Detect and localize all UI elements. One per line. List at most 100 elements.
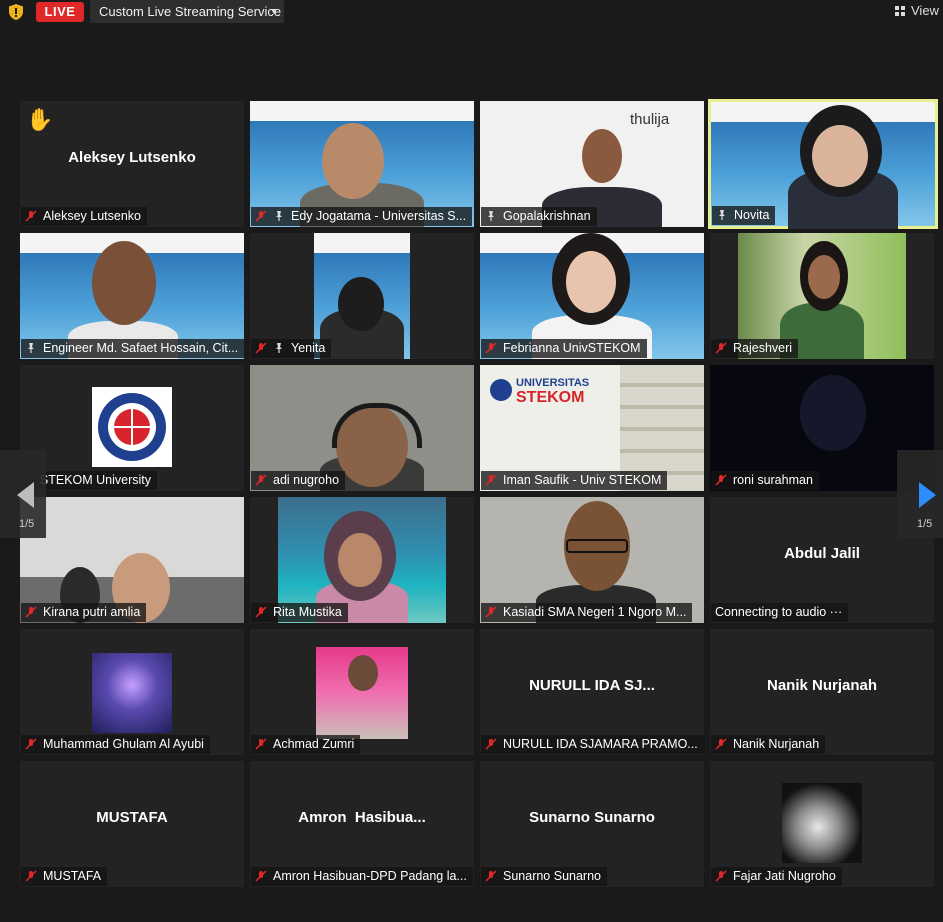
participant-name: Novita <box>734 208 770 222</box>
participant-name-tag: Edy Jogatama - Universitas S... <box>251 207 473 226</box>
participant-name-tag: Yenita <box>251 339 332 358</box>
participant-name: Muhammad Ghulam Al Ayubi <box>43 737 204 751</box>
video-tile[interactable]: NURULL IDA SJ... NURULL IDA SJAMARA PRAM… <box>480 629 704 755</box>
view-button[interactable]: View <box>891 0 943 22</box>
participant-display-name: Nanik Nurjanah <box>766 677 878 694</box>
participant-display-name: Amron Hasibua... <box>298 809 426 826</box>
muted-mic-icon <box>255 342 267 354</box>
muted-mic-icon <box>25 606 37 618</box>
participant-name-tag: Muhammad Ghulam Al Ayubi <box>21 735 210 754</box>
participant-name-tag: roni surahman <box>711 471 819 490</box>
participant-name-tag: Iman Saufik - Univ STEKOM <box>481 471 668 490</box>
muted-mic-icon <box>715 474 727 486</box>
raised-hand-icon: ✋ <box>26 107 54 132</box>
video-tile[interactable]: Yenita <box>250 233 474 359</box>
muted-mic-icon <box>255 738 267 750</box>
video-tile[interactable]: Febrianna UnivSTEKOM <box>480 233 704 359</box>
participant-name: Edy Jogatama - Universitas S... <box>291 209 467 223</box>
security-shield-icon[interactable] <box>8 3 24 21</box>
video-tile[interactable]: STEKOM University <box>20 365 244 491</box>
pin-icon <box>719 210 725 220</box>
participant-name-tag: Amron Hasibuan-DPD Padang la... <box>251 867 473 886</box>
participant-name: Nanik Nurjanah <box>733 737 820 751</box>
participant-name-tag: NURULL IDA SJAMARA PRAMO... <box>481 735 704 754</box>
participant-name-tag: Rita Mustika <box>251 603 348 622</box>
chevron-right-icon <box>919 482 936 508</box>
participant-video <box>812 125 868 187</box>
muted-mic-icon <box>25 738 37 750</box>
muted-mic-icon <box>255 210 267 222</box>
participant-display-name: MUSTAFA <box>96 809 168 826</box>
profile-picture <box>782 783 862 863</box>
previous-page-button[interactable]: 1/5 <box>0 450 46 538</box>
video-tile[interactable]: Kasiadi SMA Negeri 1 Ngoro M... <box>480 497 704 623</box>
muted-mic-icon <box>25 210 37 222</box>
participant-name: Rita Mustika <box>273 605 342 619</box>
participant-name: Engineer Md. Safaet Hossain, Cit... <box>43 341 239 355</box>
video-tile[interactable]: Nanik Nurjanah Nanik Nurjanah <box>710 629 934 755</box>
video-tile[interactable]: Achmad Zumri <box>250 629 474 755</box>
participant-name: Achmad Zumri <box>273 737 355 751</box>
video-tile[interactable]: Edy Jogatama - Universitas S... <box>250 101 474 227</box>
stekom-university-logo <box>92 387 172 467</box>
video-tile[interactable]: Fajar Jati Nugroho <box>710 761 934 887</box>
video-tile[interactable]: Engineer Md. Safaet Hossain, Cit... <box>20 233 244 359</box>
participant-video <box>582 129 622 183</box>
participant-name-tag: Aleksey Lutsenko <box>21 207 147 226</box>
grid-view-icon <box>895 6 905 16</box>
video-tile[interactable]: thulija Gopalakrishnan <box>480 101 704 227</box>
pin-icon <box>488 211 494 221</box>
participant-name-tag: Achmad Zumri <box>251 735 361 754</box>
participant-name-tag: Engineer Md. Safaet Hossain, Cit... <box>21 339 244 358</box>
profile-picture <box>92 653 172 733</box>
muted-mic-icon <box>715 342 727 354</box>
active-speaker-video-tile[interactable]: Novita <box>708 99 938 229</box>
participant-name-tag: Fajar Jati Nugroho <box>711 867 842 886</box>
video-tile[interactable]: adi nugroho <box>250 365 474 491</box>
video-tile[interactable]: MUSTAFA MUSTAFA <box>20 761 244 887</box>
muted-mic-icon <box>485 738 497 750</box>
participant-name-tag: Kasiadi SMA Negeri 1 Ngoro M... <box>481 603 693 622</box>
video-tile[interactable]: Rita Mustika <box>250 497 474 623</box>
video-tile[interactable]: Kirana putri amlia <box>20 497 244 623</box>
participant-name-tag: MUSTAFA <box>21 867 108 886</box>
participant-name-tag: Rajeshveri <box>711 339 799 358</box>
pin-icon <box>276 343 282 353</box>
chevron-down-icon <box>271 9 277 14</box>
participant-name: Fajar Jati Nugroho <box>733 869 836 883</box>
participant-video <box>338 533 382 587</box>
live-badge[interactable]: LIVE <box>36 2 84 22</box>
participant-name: Febrianna UnivSTEKOM <box>503 341 641 355</box>
participant-name: Iman Saufik - Univ STEKOM <box>503 473 662 487</box>
participant-name: Gopalakrishnan <box>503 209 591 223</box>
page-indicator: 1/5 <box>19 518 35 530</box>
participant-name-tag: Nanik Nurjanah <box>711 735 826 754</box>
video-tile[interactable]: ✋ Aleksey Lutsenko Aleksey Lutsenko <box>20 101 244 227</box>
video-tile[interactable]: UNIVERSITAS STEKOM Iman Saufik - Univ ST… <box>480 365 704 491</box>
participant-video <box>800 375 866 451</box>
participant-name-tag: Kirana putri amlia <box>21 603 147 622</box>
video-tile[interactable]: Amron Hasibua... Amron Hasibuan-DPD Pada… <box>250 761 474 887</box>
muted-mic-icon <box>255 606 267 618</box>
participant-name-tag: Sunarno Sunarno <box>481 867 607 886</box>
video-tile[interactable]: Muhammad Ghulam Al Ayubi <box>20 629 244 755</box>
participant-name: Kasiadi SMA Negeri 1 Ngoro M... <box>503 605 687 619</box>
participant-video <box>322 123 384 199</box>
video-tile[interactable]: Rajeshveri <box>710 233 934 359</box>
live-stream-service-dropdown[interactable]: Custom Live Streaming Service <box>90 0 284 23</box>
muted-mic-icon <box>485 342 497 354</box>
participant-name: Yenita <box>291 341 326 355</box>
participant-name: Amron Hasibuan-DPD Padang la... <box>273 869 467 883</box>
muted-mic-icon <box>25 870 37 882</box>
page-indicator: 1/5 <box>917 518 933 530</box>
participant-name: NURULL IDA SJAMARA PRAMO... <box>503 737 698 751</box>
participant-video <box>566 251 616 313</box>
universitas-stekom-sign: UNIVERSITAS STEKOM <box>490 375 600 421</box>
next-page-button[interactable]: 1/5 <box>897 450 943 538</box>
video-tile[interactable]: Sunarno Sunarno Sunarno Sunarno <box>480 761 704 887</box>
participant-name-tag: Febrianna UnivSTEKOM <box>481 339 647 358</box>
participant-video <box>808 255 840 299</box>
eyeglasses-icon <box>566 539 628 553</box>
profile-picture <box>348 655 378 691</box>
participant-video <box>338 277 384 331</box>
